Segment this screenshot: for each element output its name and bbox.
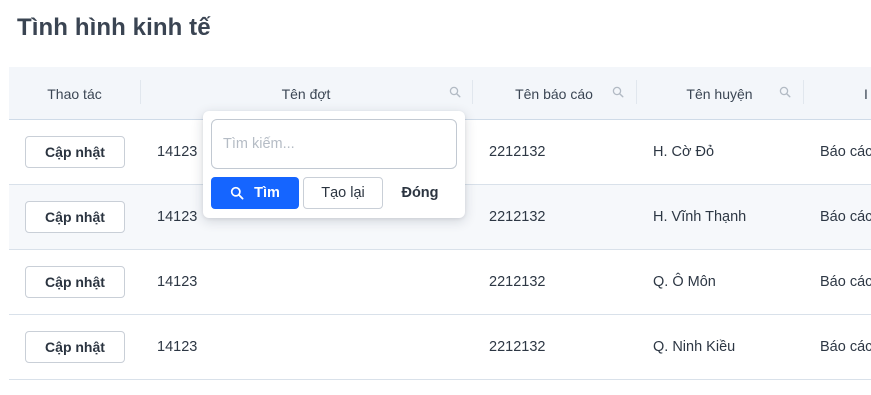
cell-district: H. Cờ Đỏ — [653, 144, 715, 160]
cell-report: 2212132 — [489, 144, 546, 160]
cell-report: 2212132 — [489, 209, 546, 225]
table-row: Cập nhật 14123 2212132 Q. Ô Môn Báo các — [9, 250, 871, 315]
column-header-label: Tên huyện — [686, 85, 753, 102]
table-row: Cập nhật 14123 2212132 Q. Ninh Kiều Báo … — [9, 315, 871, 380]
column-header-label: Tên đợt — [281, 85, 331, 102]
column-header-actions: Thao tác — [9, 67, 140, 120]
cell-extra: Báo các — [820, 339, 871, 355]
update-button[interactable]: Cập nhật — [25, 136, 125, 168]
column-header-extra: I — [803, 67, 871, 120]
cell-district: H. Vĩnh Thạnh — [653, 209, 747, 225]
search-button-label: Tìm — [254, 185, 280, 201]
column-filter-popup: Tìm Tạo lại Đóng — [203, 111, 465, 218]
search-input[interactable] — [211, 119, 457, 169]
cell-report: 2212132 — [489, 274, 546, 290]
cell-batch: 14123 — [157, 209, 198, 225]
cell-report: 2212132 — [489, 339, 546, 355]
page-title: Tình hình kinh tế — [17, 14, 211, 41]
cell-batch: 14123 — [157, 274, 198, 290]
search-icon — [230, 186, 244, 200]
cell-batch: 14123 — [157, 144, 198, 160]
close-button[interactable]: Đóng — [387, 177, 453, 209]
cell-district: Q. Ô Môn — [653, 274, 716, 290]
search-icon[interactable] — [449, 86, 461, 98]
search-icon[interactable] — [779, 86, 791, 98]
reset-button[interactable]: Tạo lại — [303, 177, 383, 209]
search-icon[interactable] — [612, 86, 624, 98]
update-button[interactable]: Cập nhật — [25, 266, 125, 298]
cell-batch: 14123 — [157, 339, 198, 355]
column-header-district[interactable]: Tên huyện — [636, 67, 803, 120]
column-header-label: Thao tác — [47, 85, 102, 102]
cell-extra: Báo các — [820, 209, 871, 225]
cell-extra: Báo các — [820, 274, 871, 290]
update-button[interactable]: Cập nhật — [25, 201, 125, 233]
search-button[interactable]: Tìm — [211, 177, 299, 209]
update-button[interactable]: Cập nhật — [25, 331, 125, 363]
cell-extra: Báo các — [820, 144, 871, 160]
column-header-label: I — [864, 85, 868, 102]
column-header-label: Tên báo cáo — [515, 85, 593, 102]
cell-district: Q. Ninh Kiều — [653, 339, 736, 355]
